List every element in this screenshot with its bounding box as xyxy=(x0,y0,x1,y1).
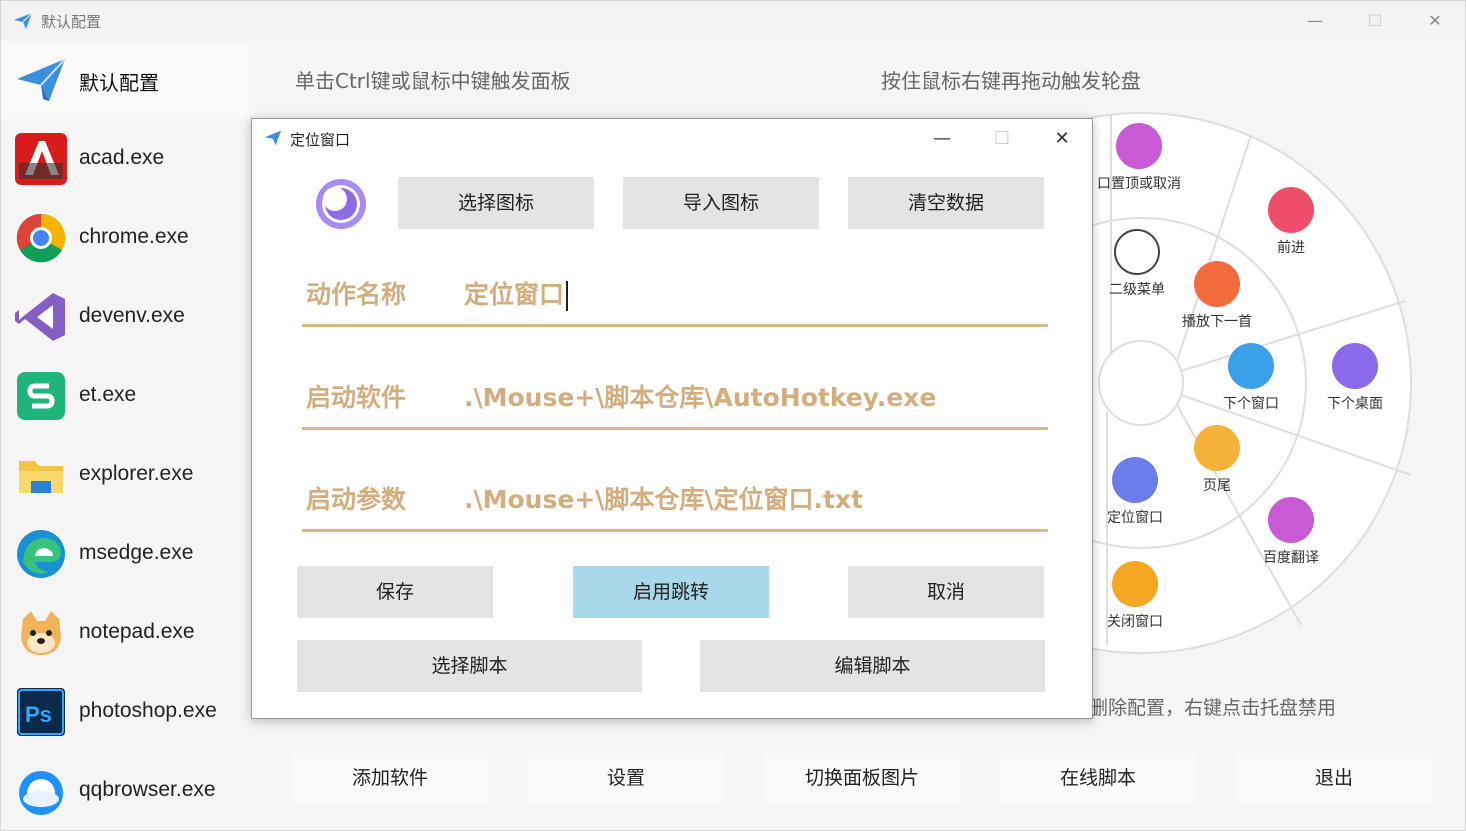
sidebar-item-chrome[interactable]: chrome.exe xyxy=(1,198,249,276)
wheel-item-label: 口置顶或取消 xyxy=(1097,176,1181,192)
wheel-item-locate-window[interactable]: 定位窗口 xyxy=(1085,457,1185,527)
app-label: chrome.exe xyxy=(79,225,189,248)
cloud-face-icon xyxy=(1114,229,1160,275)
wheel-item-label: 播放下一首 xyxy=(1182,314,1252,330)
paper-plane-icon xyxy=(264,130,282,146)
translate-icon xyxy=(1268,497,1314,543)
edge-icon xyxy=(17,530,65,578)
chrome-icon xyxy=(16,213,66,263)
edit-script-button[interactable]: 编辑脚本 xyxy=(700,640,1045,692)
wheel-item-close-window[interactable]: 关闭窗口 xyxy=(1085,561,1185,631)
autocad-icon xyxy=(15,133,67,185)
footer-hint: 删除配置，右键点击托盘禁用 xyxy=(1089,697,1337,719)
enable-jump-button[interactable]: 启用跳转 xyxy=(573,566,769,618)
wheel-item-pin-window[interactable]: 口置顶或取消 xyxy=(1089,123,1189,193)
wheel-item-label: 下个窗口 xyxy=(1223,396,1279,412)
qq-browser-icon xyxy=(19,771,63,815)
desktop-icon xyxy=(1332,343,1378,389)
wps-sheet-icon xyxy=(17,372,65,420)
launch-software-label: 启动软件 xyxy=(306,383,407,412)
panel-hint: 单击Ctrl键或鼠标中键触发面板 xyxy=(295,69,571,93)
title-bar: 默认配置 — ☐ ✕ xyxy=(1,1,1465,41)
locate-icon xyxy=(1112,457,1158,503)
profile-label: 默认配置 xyxy=(79,71,159,95)
close-button[interactable]: ✕ xyxy=(1415,7,1455,35)
dialog-minimize-button[interactable]: — xyxy=(922,123,962,155)
app-label: explorer.exe xyxy=(79,462,194,485)
locate-window-dialog: 定位窗口 — ☐ ✕ 选择图标 导入图标 清空数据 动作名称 定位窗口 启动软件… xyxy=(251,118,1093,719)
visual-studio-icon xyxy=(15,293,65,341)
forward-icon xyxy=(1268,187,1314,233)
import-icon-button[interactable]: 导入图标 xyxy=(623,177,819,229)
app-label: qqbrowser.exe xyxy=(79,778,216,801)
sidebar: 默认配置 acad.exe chrome.exe devenv.exe et.e… xyxy=(1,41,249,831)
sidebar-item-default-profile[interactable]: 默认配置 xyxy=(1,41,249,119)
photoshop-icon: Ps xyxy=(17,688,65,736)
action-name-input[interactable]: 定位窗口 xyxy=(464,275,569,311)
svg-text:Ps: Ps xyxy=(25,702,52,727)
wheel-item-label: 前进 xyxy=(1277,240,1305,256)
add-software-button[interactable]: 添加软件 xyxy=(292,753,488,803)
sidebar-item-qqbrowser[interactable]: qqbrowser.exe xyxy=(1,751,249,829)
bulb-icon xyxy=(1194,425,1240,471)
settings-button[interactable]: 设置 xyxy=(528,753,724,803)
exit-button[interactable]: 退出 xyxy=(1236,753,1432,803)
launch-params-underline xyxy=(302,529,1048,532)
app-label: msedge.exe xyxy=(79,541,194,564)
wheel-item-next-desktop[interactable]: 下个桌面 xyxy=(1305,343,1405,413)
wheel-item-label: 下个桌面 xyxy=(1327,396,1383,412)
sidebar-item-devenv[interactable]: devenv.exe xyxy=(1,277,249,355)
action-wheel: 口置顶或取消 前进 二级菜单 播放下一首 下个窗口 下个桌面 页尾 定位窗口 百… xyxy=(1081,105,1421,665)
cancel-button[interactable]: 取消 xyxy=(848,566,1044,618)
app-label: notepad.exe xyxy=(79,620,195,643)
sidebar-item-photoshop[interactable]: Ps photoshop.exe xyxy=(1,672,249,750)
text-caret xyxy=(566,281,569,311)
action-name-label: 动作名称 xyxy=(306,280,407,309)
paper-plane-icon xyxy=(17,58,66,101)
wheel-item-label: 百度翻译 xyxy=(1263,550,1319,566)
launch-params-input[interactable]: .\Mouse+\脚本仓库\定位窗口.txt xyxy=(464,480,863,516)
wheel-hint: 按住鼠标右键再拖动触发轮盘 xyxy=(881,69,1141,93)
app-label: devenv.exe xyxy=(79,304,185,327)
doge-icon xyxy=(21,611,61,655)
pin-icon xyxy=(1116,123,1162,169)
select-icon-button[interactable]: 选择图标 xyxy=(398,177,594,229)
play-icon xyxy=(1194,261,1240,307)
sidebar-item-notepad[interactable]: notepad.exe xyxy=(1,593,249,671)
launch-params-label: 启动参数 xyxy=(306,485,407,514)
action-name-underline xyxy=(302,324,1048,327)
moon-icon xyxy=(316,179,366,229)
minimize-button[interactable]: — xyxy=(1295,7,1335,35)
wheel-item-baidu-translate[interactable]: 百度翻译 xyxy=(1241,497,1341,567)
wheel-item-next-window[interactable]: 下个窗口 xyxy=(1201,343,1301,413)
online-scripts-button[interactable]: 在线脚本 xyxy=(1000,753,1196,803)
launch-software-input[interactable]: .\Mouse+\脚本仓库\AutoHotkey.exe xyxy=(464,378,936,414)
clear-data-button[interactable]: 清空数据 xyxy=(848,177,1044,229)
sidebar-item-explorer[interactable]: explorer.exe xyxy=(1,435,249,513)
wheel-item-label: 关闭窗口 xyxy=(1107,614,1163,630)
sidebar-item-msedge[interactable]: msedge.exe xyxy=(1,514,249,592)
dialog-close-button[interactable]: ✕ xyxy=(1042,123,1082,155)
wheel-item-next-track[interactable]: 播放下一首 xyxy=(1167,261,1267,331)
select-script-button[interactable]: 选择脚本 xyxy=(297,640,642,692)
save-button[interactable]: 保存 xyxy=(297,566,493,618)
dialog-title: 定位窗口 xyxy=(290,131,351,149)
app-label: et.exe xyxy=(79,383,137,406)
paper-plane-icon xyxy=(14,12,33,29)
window-title: 默认配置 xyxy=(41,13,102,31)
power-icon xyxy=(1228,343,1274,389)
star-icon xyxy=(1112,561,1158,607)
folder-icon xyxy=(19,461,63,493)
action-name-value: 定位窗口 xyxy=(464,280,565,309)
app-label: acad.exe xyxy=(79,146,165,169)
wheel-item-forward[interactable]: 前进 xyxy=(1241,187,1341,257)
maximize-button[interactable]: ☐ xyxy=(1355,7,1395,35)
app-label: photoshop.exe xyxy=(79,699,217,722)
switch-panel-image-button[interactable]: 切换面板图片 xyxy=(764,753,960,803)
sidebar-item-et[interactable]: et.exe xyxy=(1,356,249,434)
wheel-item-label: 定位窗口 xyxy=(1107,510,1163,526)
sidebar-item-acad[interactable]: acad.exe xyxy=(1,119,249,197)
launch-software-underline xyxy=(302,427,1048,430)
dialog-maximize-button[interactable]: ☐ xyxy=(982,123,1022,155)
